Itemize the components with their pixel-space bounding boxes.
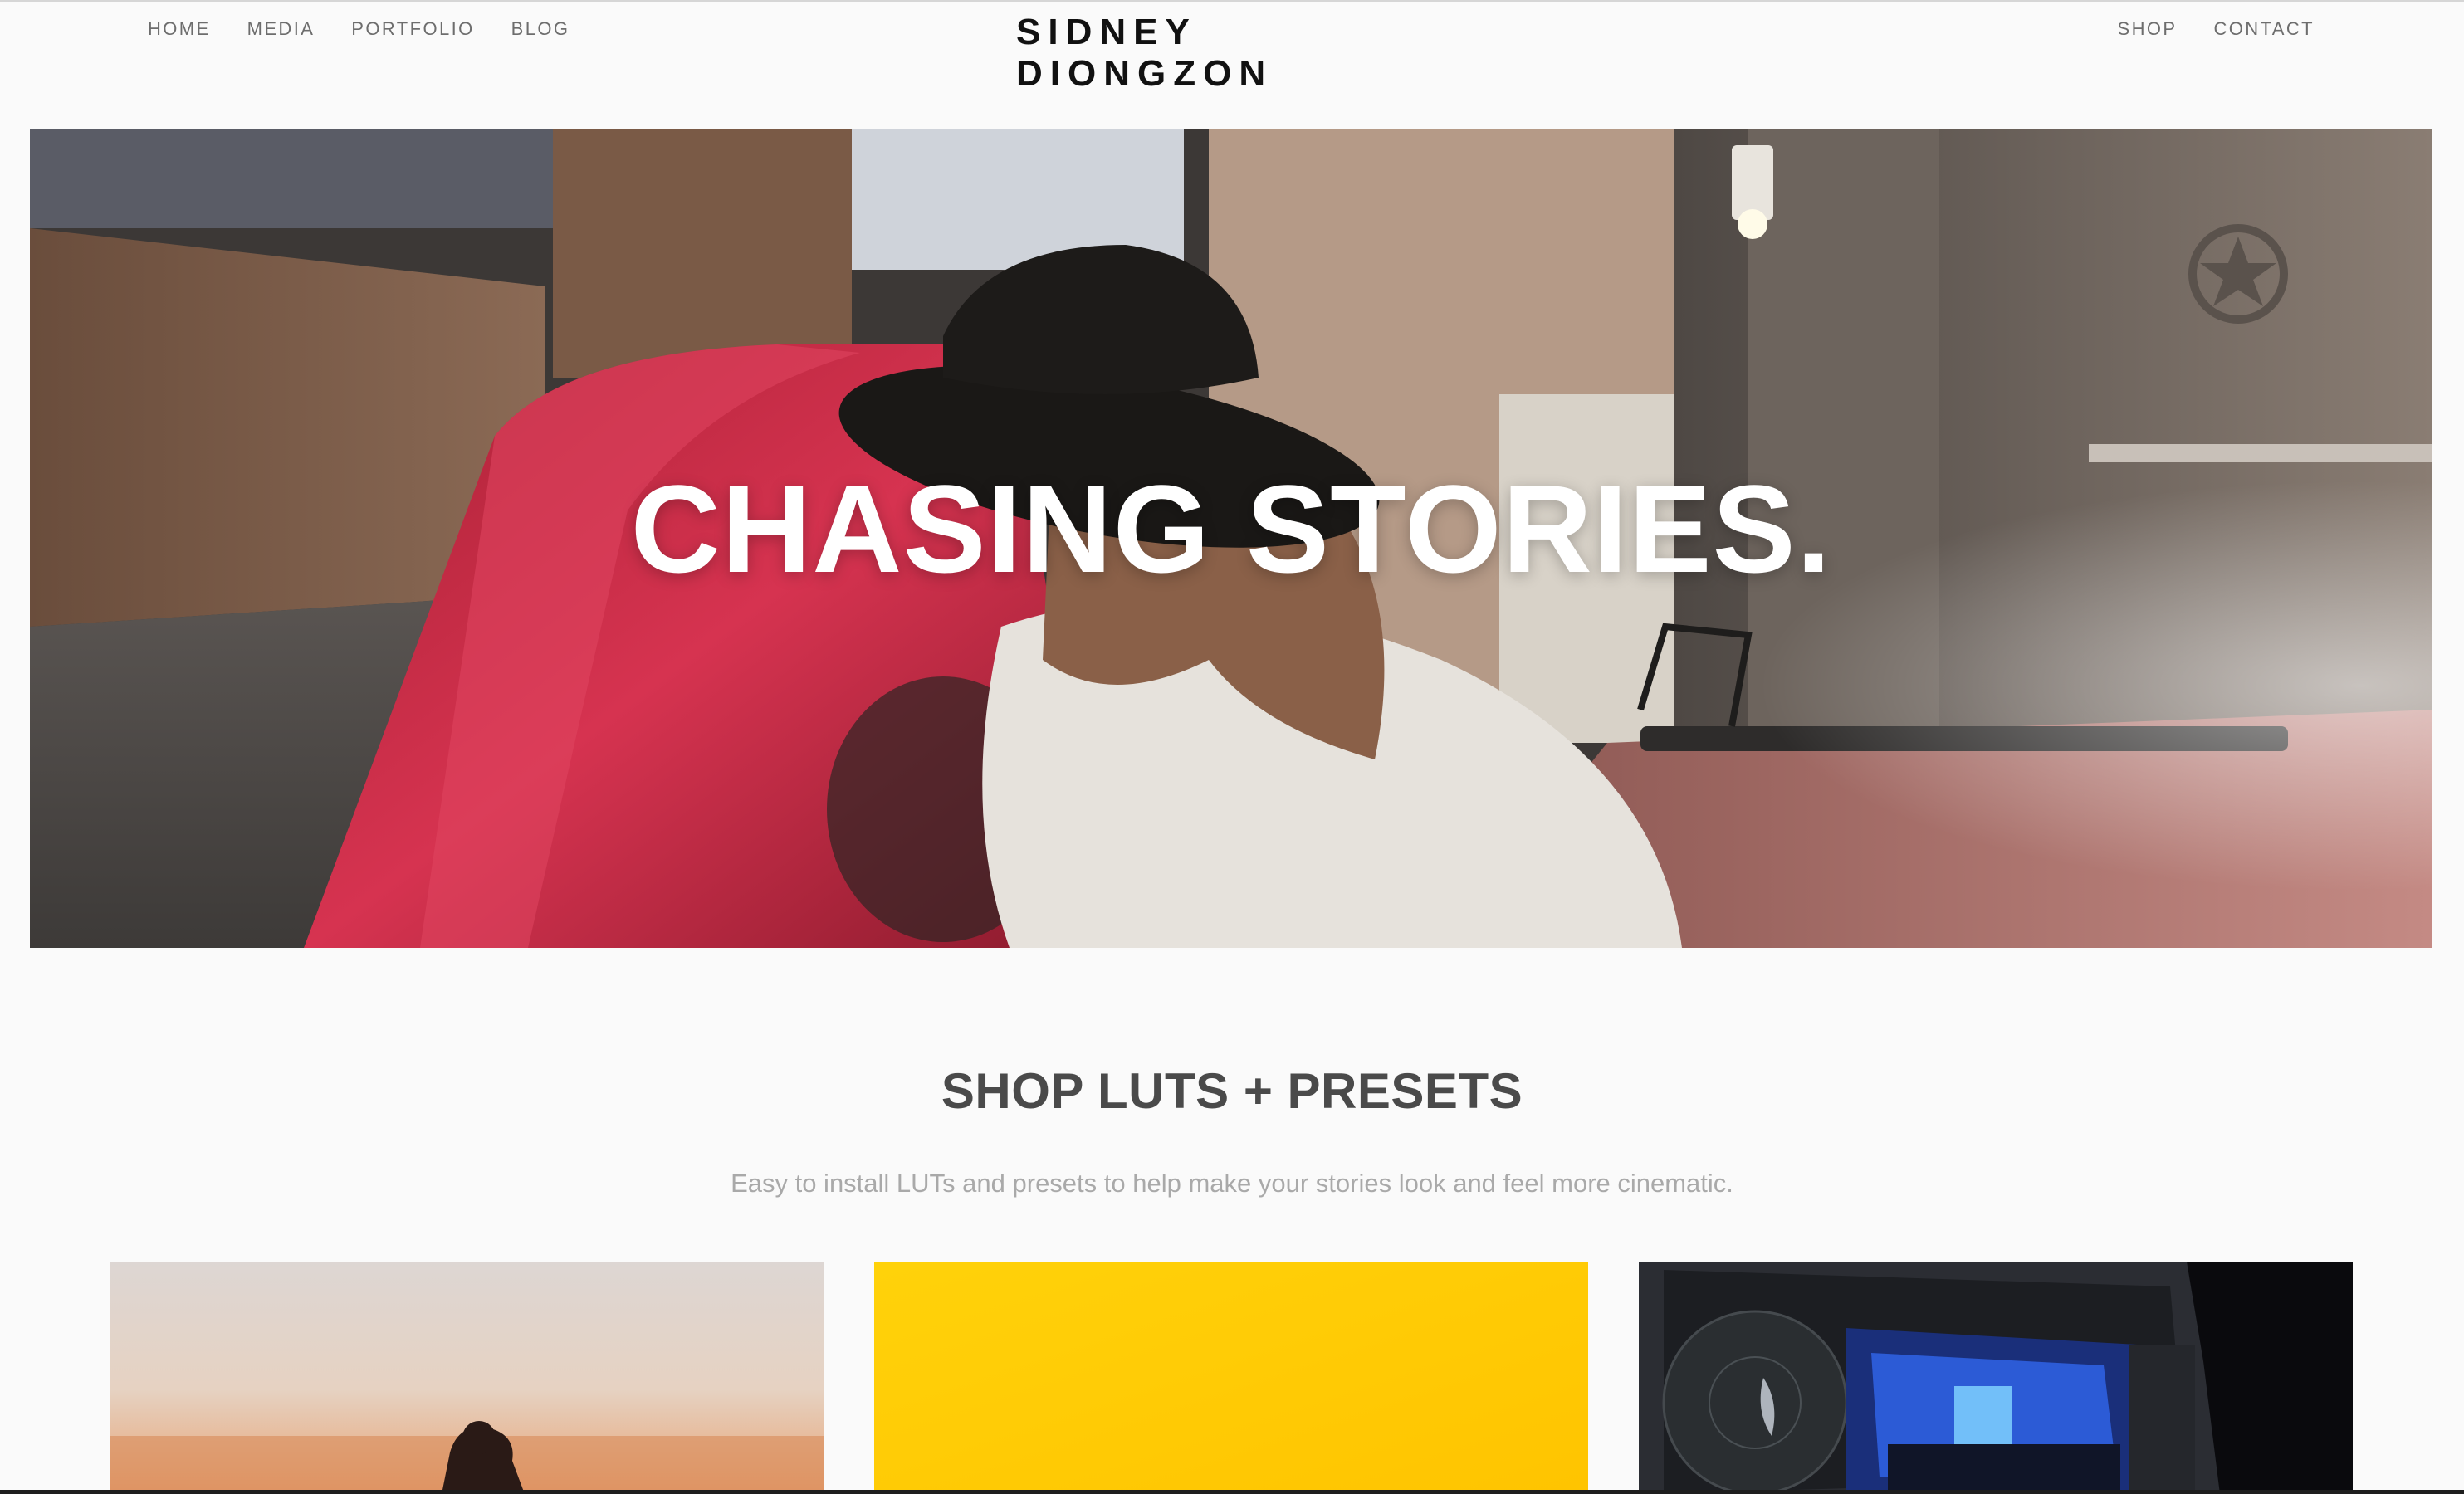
nav-contact-link[interactable]: CONTACT xyxy=(2214,18,2315,40)
shop-heading: SHOP LUTS + PRESETS xyxy=(941,1063,1523,1119)
yellow-backdrop-image xyxy=(874,1262,1588,1494)
sunset-silhouette-image xyxy=(110,1262,824,1494)
nav-home-link[interactable]: HOME xyxy=(148,18,211,40)
nav-media-link[interactable]: MEDIA xyxy=(247,18,315,40)
nav-blog-link[interactable]: BLOG xyxy=(511,18,570,40)
shop-subheading: Easy to install LUTs and presets to help… xyxy=(731,1169,1733,1198)
top-divider xyxy=(0,0,2464,2)
hero-heading: CHASING STORIES. xyxy=(630,459,1832,598)
page: HOME MEDIA PORTFOLIO BLOG SIDNEY DIONGZO… xyxy=(0,0,2464,1494)
secondary-nav: SHOP CONTACT xyxy=(2118,18,2315,40)
hero-banner: CHASING STORIES. xyxy=(30,129,2432,948)
site-title[interactable]: SIDNEY DIONGZON xyxy=(1016,12,1448,95)
bottom-edge xyxy=(0,1490,2464,1494)
primary-nav: HOME MEDIA PORTFOLIO BLOG xyxy=(148,18,570,40)
nav-shop-link[interactable]: SHOP xyxy=(2118,18,2178,40)
product-card-sunset[interactable] xyxy=(110,1262,824,1494)
product-card-yellow[interactable] xyxy=(874,1262,1588,1494)
product-card-monitor[interactable] xyxy=(1639,1262,2353,1494)
nav-portfolio-link[interactable]: PORTFOLIO xyxy=(351,18,474,40)
color-grading-monitor-image xyxy=(1639,1262,2353,1494)
